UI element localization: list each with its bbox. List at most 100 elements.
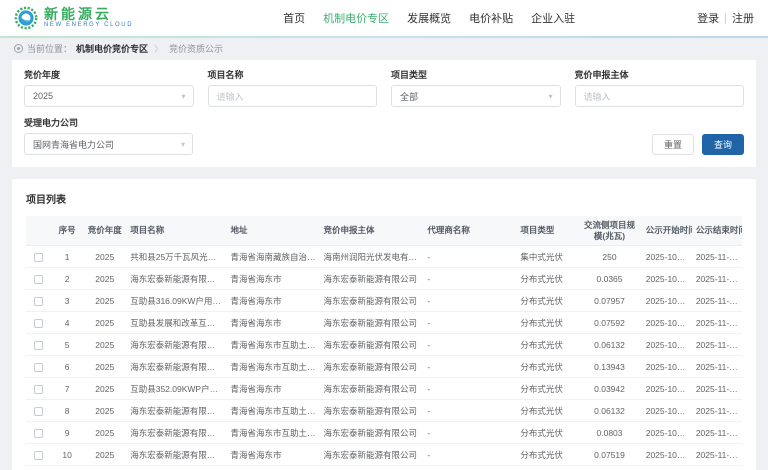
login-link[interactable]: 登录 bbox=[697, 10, 719, 26]
cell-scale: 0.06132 bbox=[577, 399, 642, 423]
cell-no: 5 bbox=[51, 333, 84, 357]
cell-subject: 海东宏泰新能源有限公司 bbox=[319, 377, 424, 401]
column-header: 地址 bbox=[226, 216, 320, 247]
nav-item-3[interactable]: 电价补贴 bbox=[469, 10, 513, 26]
bidding-subject-input[interactable]: 请输入 bbox=[574, 85, 744, 107]
cell-type: 分布式光伏 bbox=[516, 267, 578, 291]
row-checkbox-cell bbox=[26, 377, 52, 401]
column-header: 公示结束时间 bbox=[691, 216, 742, 247]
cell-year: 2025 bbox=[83, 443, 127, 467]
cell-agent: - bbox=[423, 377, 517, 401]
cell-no: 1 bbox=[51, 245, 84, 269]
table-row: 62025海东宏泰新能源有限公司项目1青海省海东市互助土族自治县海东宏泰新能源有… bbox=[26, 355, 742, 379]
cell-no: 4 bbox=[51, 311, 84, 335]
cell-address: 青海省海东市 bbox=[226, 289, 320, 313]
row-checkbox[interactable] bbox=[34, 296, 44, 306]
column-header: 序号 bbox=[51, 216, 84, 247]
logo: 新能源云 NEW ENERGY CLOUD bbox=[14, 6, 133, 30]
cell-start: 2025-10-29 bbox=[641, 377, 692, 401]
logo-icon bbox=[14, 6, 38, 30]
cell-year: 2025 bbox=[83, 311, 127, 335]
cell-no: 8 bbox=[51, 399, 84, 423]
cell-name: 海东宏泰新能源有限公司项目1 bbox=[126, 421, 227, 445]
cell-end: 2025-11-04 bbox=[691, 333, 742, 357]
cell-start: 2025-10-29 bbox=[641, 245, 692, 269]
cell-end: 2025-11-04 bbox=[691, 245, 742, 269]
project-table: 序号 竞价年度 项目名称 地址 竞价申报主体 代理商名称 项目类型 交流侧项目规模(兆瓦) 公示… bbox=[26, 216, 742, 467]
query-button[interactable]: 查询 bbox=[701, 134, 744, 155]
cell-name: 海东宏泰新能源有限公司项目1 bbox=[126, 399, 227, 423]
cell-year: 2025 bbox=[83, 377, 127, 401]
breadcrumb-current: 竞价资质公示 bbox=[169, 43, 224, 54]
row-checkbox[interactable] bbox=[34, 428, 44, 438]
cell-type: 分布式光伏 bbox=[516, 333, 578, 357]
cell-start: 2025-10-29 bbox=[641, 267, 692, 291]
row-checkbox[interactable] bbox=[34, 450, 44, 460]
cell-agent: - bbox=[423, 311, 517, 335]
cell-no: 9 bbox=[51, 421, 84, 445]
bidding-year-label: 竞价年度 bbox=[24, 70, 61, 80]
cell-end: 2025-11-04 bbox=[691, 377, 742, 401]
cell-agent: - bbox=[423, 443, 517, 467]
row-checkbox[interactable] bbox=[34, 384, 44, 394]
field-power-company: 受理电力公司 国网青海省电力公司 ▾ bbox=[24, 116, 193, 155]
register-link[interactable]: 注册 bbox=[732, 10, 754, 26]
cell-name: 海东宏泰新能源有限公司项目1 bbox=[126, 355, 227, 379]
nav-item-2[interactable]: 发展概览 bbox=[407, 10, 451, 26]
cell-address: 青海省海东市互助土族自治县 bbox=[226, 421, 320, 445]
cell-agent: - bbox=[423, 333, 517, 357]
cell-type: 分布式光伏 bbox=[516, 311, 578, 335]
column-header: 竞价年度 bbox=[83, 216, 127, 247]
table-row: 92025海东宏泰新能源有限公司项目1青海省海东市互助土族自治县海东宏泰新能源有… bbox=[26, 421, 742, 445]
cell-year: 2025 bbox=[83, 355, 127, 379]
cell-no: 2 bbox=[51, 267, 84, 291]
cell-scale: 250 bbox=[577, 245, 642, 269]
cell-type: 集中式光伏 bbox=[516, 245, 578, 269]
row-checkbox[interactable] bbox=[34, 252, 44, 262]
cell-end: 2025-11-04 bbox=[691, 267, 742, 291]
breadcrumb-section[interactable]: 机制电价竞价专区 bbox=[76, 42, 148, 55]
cell-subject: 海南州润阳光伏发电有限公司 bbox=[319, 245, 424, 269]
bidding-year-select[interactable]: 2025 ▾ bbox=[24, 85, 194, 107]
nav-item-4[interactable]: 企业入驻 bbox=[531, 10, 575, 26]
table-header-row: 序号 竞价年度 项目名称 地址 竞价申报主体 代理商名称 项目类型 交流侧项目规模(兆瓦) 公示… bbox=[26, 216, 742, 247]
cell-type: 分布式光伏 bbox=[516, 355, 578, 379]
table-row: 72025互助县352.09KWP户用分布式...青海省海东市海东宏泰新能源有限… bbox=[26, 377, 742, 401]
cell-start: 2025-10-29 bbox=[641, 333, 692, 357]
nav-item-0[interactable]: 首页 bbox=[283, 10, 305, 26]
row-checkbox[interactable] bbox=[34, 406, 44, 416]
column-header: 竞价申报主体 bbox=[319, 216, 424, 247]
cell-type: 分布式光伏 bbox=[516, 443, 578, 467]
project-name-input[interactable]: 请输入 bbox=[207, 85, 377, 107]
row-checkbox-cell bbox=[26, 289, 52, 313]
row-checkbox[interactable] bbox=[34, 318, 44, 328]
nav-item-1[interactable]: 机制电价专区 bbox=[323, 10, 389, 26]
logo-subtitle: NEW ENERGY CLOUD bbox=[44, 22, 134, 28]
row-checkbox[interactable] bbox=[34, 340, 44, 350]
cell-year: 2025 bbox=[83, 267, 127, 291]
cell-end: 2025-11-04 bbox=[691, 311, 742, 335]
column-header: 代理商名称 bbox=[423, 216, 517, 247]
chevron-down-icon: ▾ bbox=[181, 91, 186, 101]
row-checkbox-cell bbox=[26, 443, 52, 467]
breadcrumb-separator: 〉 bbox=[154, 43, 164, 54]
row-checkbox[interactable] bbox=[34, 362, 44, 372]
power-company-select[interactable]: 国网青海省电力公司 ▾ bbox=[24, 133, 193, 155]
column-header: 项目名称 bbox=[126, 216, 227, 247]
location-icon bbox=[14, 43, 23, 53]
cell-start: 2025-10-29 bbox=[641, 311, 692, 335]
table-row: 12025共和县25万千瓦风光基地项目...青海省海南藏族自治州共和县海南州润阳… bbox=[26, 245, 742, 269]
app-header: 新能源云 NEW ENERGY CLOUD 首页 机制电价专区 发展概览 电价补贴 企业… bbox=[0, 0, 768, 36]
row-checkbox[interactable] bbox=[34, 274, 44, 284]
cell-name: 共和县25万千瓦风光基地项目... bbox=[126, 245, 227, 269]
row-checkbox-cell bbox=[26, 245, 52, 269]
header-checkbox-cell bbox=[26, 216, 52, 247]
chevron-down-icon: ▾ bbox=[180, 139, 185, 149]
cell-address: 青海省海东市互助土族自治县 bbox=[226, 399, 320, 423]
cell-agent: - bbox=[423, 399, 517, 423]
row-checkbox-cell bbox=[26, 267, 52, 291]
reset-button[interactable]: 重置 bbox=[651, 134, 694, 155]
cell-name: 海东宏泰新能源有限公司项目1 bbox=[126, 333, 227, 357]
project-type-select[interactable]: 全部 ▾ bbox=[391, 85, 561, 107]
cell-subject: 海东宏泰新能源有限公司 bbox=[319, 289, 424, 313]
